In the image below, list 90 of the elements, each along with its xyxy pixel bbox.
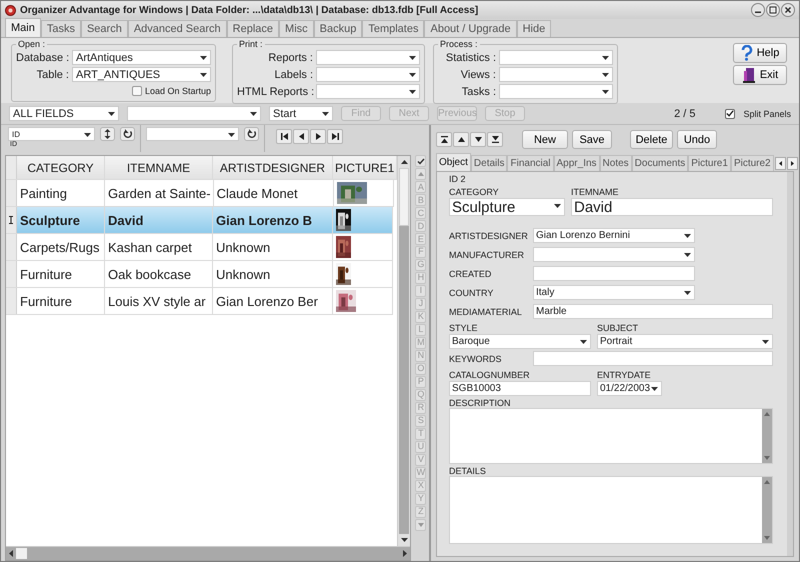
dropdown-field[interactable]: Portrait [597, 334, 773, 349]
group-label: Process : [439, 40, 479, 49]
field-label: Views : [460, 68, 496, 80]
field-label: ENTRYDATE [597, 370, 652, 380]
field-label: MEDIAMATERIAL [449, 306, 523, 316]
dropdown-field[interactable]: Italy [533, 285, 695, 300]
field-label: ARTISTDESIGNER [449, 230, 529, 240]
table-cell: Garden at Sainte- [105, 180, 214, 206]
tab[interactable]: Picture2 [730, 155, 774, 171]
table-row[interactable]: Furniture Oak bookcase Unknown [6, 261, 393, 288]
text-field[interactable]: SGB10003 [449, 381, 591, 396]
table-cell: Unknown [213, 261, 333, 287]
table-cell: Carpets/Rugs [17, 234, 105, 260]
tab[interactable]: Backup [314, 20, 362, 37]
tab[interactable]: About / Upgrade [424, 20, 517, 37]
field-label: MANUFACTURER [449, 250, 526, 260]
table-cell: Sculpture [17, 207, 105, 233]
column-header[interactable]: CATEGORY [17, 156, 105, 179]
table-cell: Kashan carpet [105, 234, 213, 260]
field-label: ITEMNAME [571, 187, 620, 197]
group-label: Open : [17, 40, 46, 49]
field-label: COUNTRY [449, 288, 494, 298]
tab[interactable]: Hide [516, 20, 552, 37]
group-label: Print : [238, 40, 264, 49]
checkbox-label: Load On Startup [144, 86, 211, 96]
dropdown-field[interactable]: Gian Lorenzo Bernini [533, 228, 695, 243]
table-cell: Claude Monet [214, 180, 334, 206]
table-row[interactable]: Sculpture David Gian Lorenzo B [6, 207, 393, 234]
text-field[interactable]: Marble [533, 304, 773, 319]
window-title: Organizer Advantage for Windows | Data Folder: ...\data\db13\ | Database: db13.fdb [Full Access] [20, 4, 480, 16]
record-button[interactable]: Save [572, 130, 612, 149]
dropdown-field[interactable]: ART_ANTIQUES [72, 67, 211, 82]
dropdown-field[interactable]: Baroque [449, 334, 591, 349]
field-label: Table : [36, 68, 69, 80]
table-cell: Louis XV style ar [105, 288, 213, 314]
field-label: KEYWORDS [449, 354, 503, 364]
tab[interactable]: Replace [226, 20, 280, 37]
tab[interactable]: Main [5, 18, 41, 37]
field-label: DESCRIPTION [449, 398, 512, 408]
text-field[interactable]: David [571, 198, 773, 216]
tab[interactable]: Appr_Ins [554, 155, 600, 171]
column-header[interactable]: ITEMNAME [105, 156, 213, 179]
table-cell: Unknown [213, 234, 333, 260]
field-label: HTML Reports : [237, 86, 313, 98]
tab[interactable]: Object [436, 153, 471, 171]
field-label: STYLE [449, 323, 479, 333]
table-cell: Furniture [17, 288, 105, 314]
table-row[interactable]: Carpets/Rugs Kashan carpet Unknown [6, 234, 393, 261]
tab[interactable]: Templates [362, 20, 424, 37]
field-label: SUBJECT [597, 323, 640, 333]
tab[interactable]: Details [470, 155, 508, 171]
table-cell: Painting [17, 180, 105, 206]
tab[interactable]: Picture1 [688, 155, 731, 171]
checkbox-label: Split Panels [743, 108, 791, 118]
sort-field-select[interactable]: ID [8, 127, 95, 141]
field-label: Database : [16, 52, 69, 64]
dropdown-field[interactable]: ArtAntiques [72, 50, 211, 65]
tab[interactable]: Financial [507, 155, 554, 171]
dropdown-field[interactable]: 01/22/2003 [597, 381, 662, 396]
field-label: CATEGORY [449, 187, 500, 197]
field-label: Tasks : [460, 86, 496, 98]
table-row[interactable]: Furniture Louis XV style ar Gian Lorenzo Ber [6, 288, 393, 315]
field-select[interactable]: ALL FIELDS [9, 106, 119, 121]
record-button[interactable]: Undo [677, 130, 717, 149]
field-label: CREATED [449, 268, 492, 278]
field-label: CATALOGNUMBER [449, 370, 531, 380]
help-button[interactable]: Help [733, 43, 787, 63]
tab[interactable]: Misc [279, 20, 314, 37]
exit-button[interactable]: Exit [733, 65, 787, 85]
tab[interactable]: Tasks [40, 20, 81, 37]
dropdown-field[interactable]: Sculpture [449, 198, 565, 216]
tab[interactable]: Notes [600, 155, 632, 171]
record-id: ID 2 [449, 174, 467, 186]
field-label: Labels : [273, 68, 313, 80]
table-cell: Oak bookcase [105, 261, 213, 287]
field-label: Reports : [267, 52, 313, 64]
tab[interactable]: Search [80, 20, 128, 37]
table-cell: Gian Lorenzo B [213, 207, 333, 233]
tab[interactable]: Advanced Search [128, 20, 227, 37]
record-button[interactable]: New [522, 130, 568, 149]
table-cell: Furniture [17, 261, 105, 287]
column-header[interactable]: ARTISTDESIGNER [213, 156, 333, 179]
tab[interactable]: Documents [632, 155, 688, 171]
field-label: Statistics : [444, 52, 496, 64]
table-cell: David [105, 207, 213, 233]
record-button[interactable]: Delete [630, 130, 673, 149]
table-cell: Gian Lorenzo Ber [213, 288, 333, 314]
position-select[interactable]: Start [269, 106, 333, 121]
record-counter: 2 / 5 [674, 108, 696, 120]
field-label: DETAILS [449, 466, 487, 476]
